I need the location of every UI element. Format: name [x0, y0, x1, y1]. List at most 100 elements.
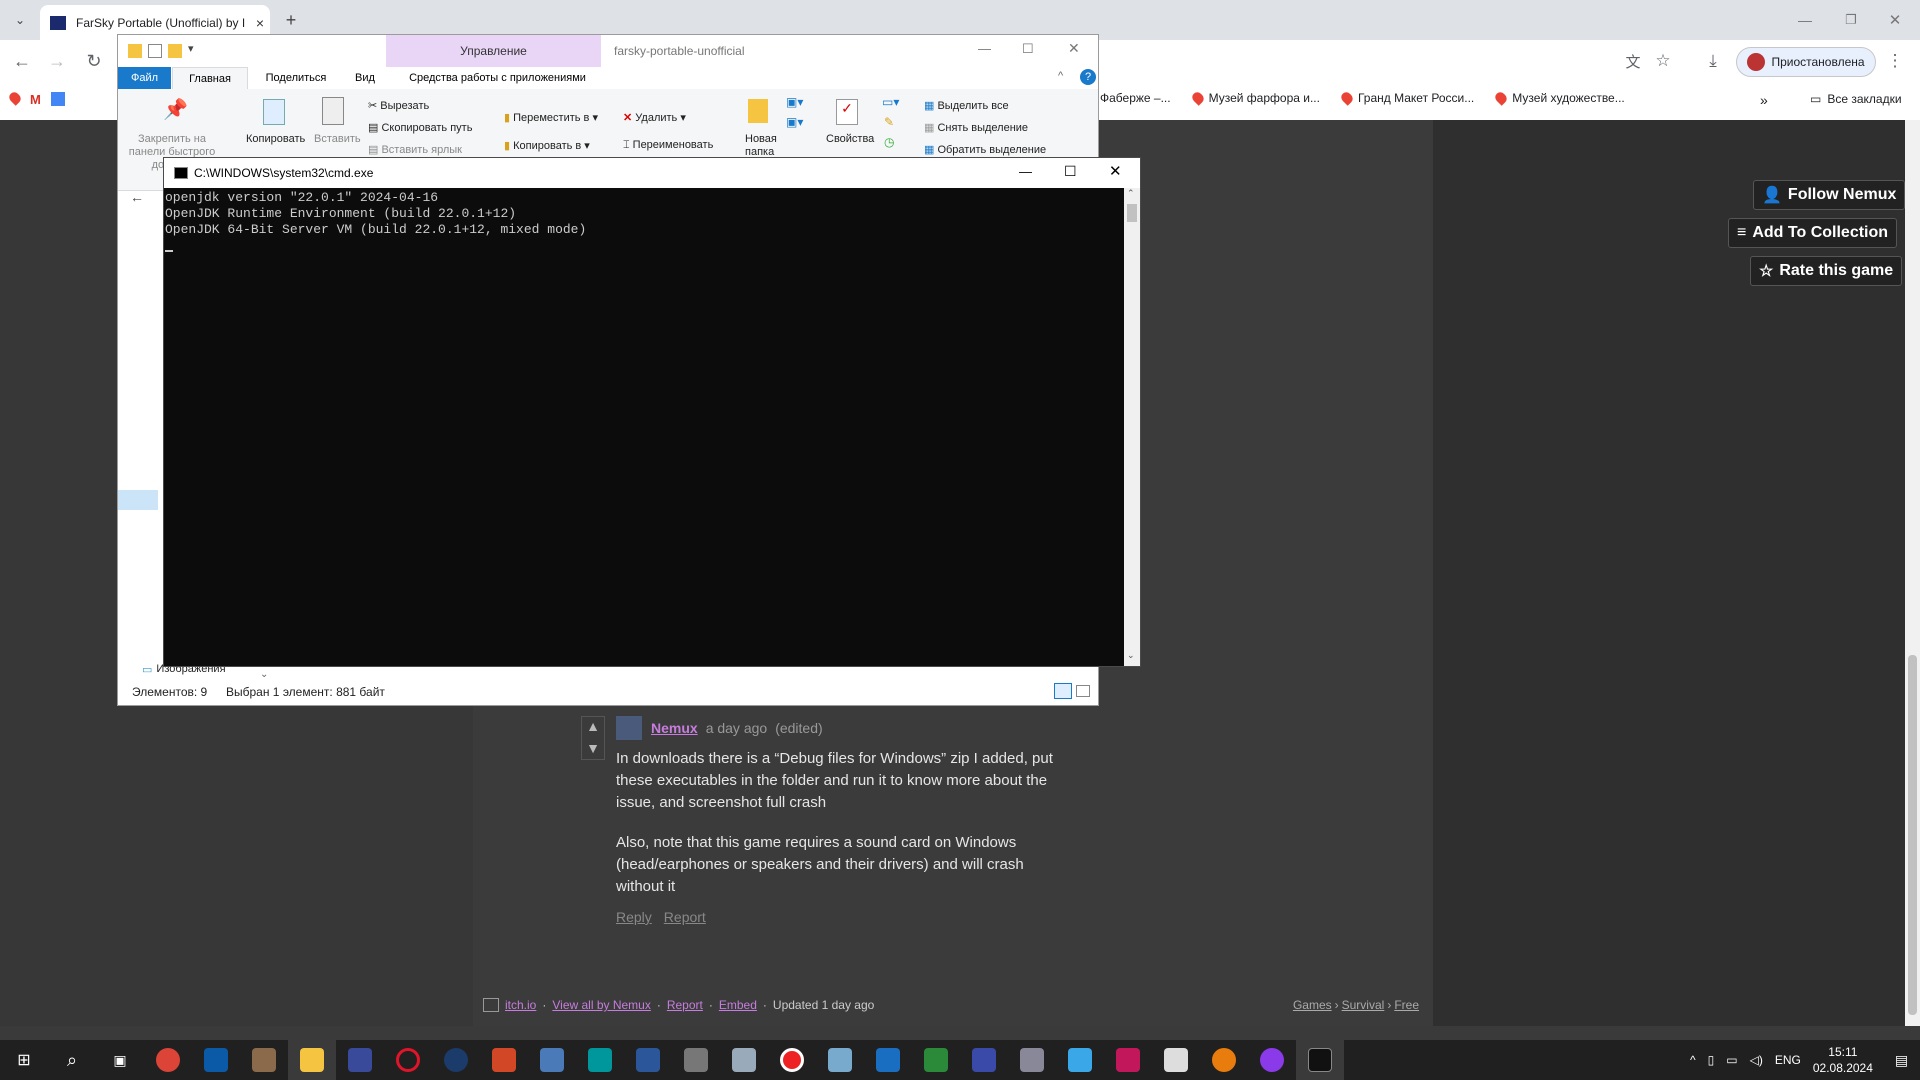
profile-button[interactable]: Приостановлена — [1736, 47, 1876, 77]
minimize-icon[interactable]: — — [1019, 164, 1032, 179]
more-bookmarks-icon[interactable]: » — [1760, 92, 1768, 108]
breadcrumb-games[interactable]: Games — [1293, 998, 1332, 1012]
properties-button[interactable]: Свойства — [826, 133, 874, 145]
comment-author-link[interactable]: Nemux — [651, 720, 698, 736]
bookmark-item[interactable]: Гранд Макет Росси... — [1339, 90, 1474, 106]
rate-game-button[interactable]: ☆ Rate this game — [1750, 256, 1903, 286]
app-icon[interactable] — [1152, 1040, 1200, 1080]
search-icon[interactable]: ⌕ — [48, 1040, 96, 1080]
tab-file[interactable]: Файл — [118, 67, 171, 89]
download-icon[interactable]: ⤓ — [1700, 48, 1726, 74]
app-icon[interactable] — [672, 1040, 720, 1080]
maps-icon[interactable] — [7, 90, 23, 106]
scrollbar-thumb[interactable] — [1908, 655, 1917, 1015]
app-icon[interactable] — [720, 1040, 768, 1080]
open-icon[interactable]: ▭▾ — [882, 95, 899, 109]
clock[interactable]: 15:11 02.08.2024 — [1813, 1044, 1873, 1076]
network-icon[interactable]: ▭ — [1726, 1053, 1737, 1067]
follow-button[interactable]: 👤 Follow Nemux — [1753, 180, 1906, 210]
paste-shortcut-button[interactable]: ▤ Вставить ярлык — [368, 143, 462, 156]
volume-icon[interactable]: ◁) — [1750, 1053, 1763, 1067]
arduino-icon[interactable] — [576, 1040, 624, 1080]
new-item-icon[interactable]: ▣▾ — [786, 95, 803, 109]
copy-to-button[interactable]: ▮ Копировать в ▾ — [504, 139, 590, 152]
back-arrow-icon[interactable]: ← — [130, 189, 144, 205]
task-view-icon[interactable]: ▣ — [96, 1040, 144, 1080]
edit-icon[interactable]: ✎ — [884, 115, 894, 129]
move-to-button[interactable]: ▮ Переместить в ▾ — [504, 111, 598, 124]
forward-icon[interactable]: → — [43, 47, 71, 75]
tray-chevron-icon[interactable]: ^ — [1690, 1053, 1696, 1067]
new-tab-button[interactable]: + — [278, 8, 304, 32]
close-window-icon[interactable]: ✕ — [1109, 162, 1122, 180]
calculator-icon[interactable] — [528, 1040, 576, 1080]
manage-context-tab[interactable]: Управление — [386, 35, 601, 67]
rename-button[interactable]: ⌶ Переименовать — [623, 139, 713, 152]
powerpoint-icon[interactable] — [480, 1040, 528, 1080]
new-folder-button[interactable]: Новая папка — [745, 133, 785, 159]
all-bookmarks-button[interactable]: ▭ Все закладки — [1810, 92, 1902, 106]
record-icon[interactable] — [768, 1040, 816, 1080]
details-view-icon[interactable] — [1054, 683, 1072, 699]
app-icon[interactable] — [192, 1040, 240, 1080]
reply-link[interactable]: Reply — [616, 909, 652, 925]
paste-button[interactable]: Вставить — [314, 133, 361, 145]
reload-icon[interactable]: ↻ — [80, 47, 108, 75]
device-icon[interactable]: ▯ — [1708, 1053, 1715, 1067]
easy-access-icon[interactable]: ▣▾ — [786, 115, 803, 129]
bookmark-item[interactable]: Музей фарфора и... — [1189, 90, 1320, 106]
app-icon[interactable] — [1056, 1040, 1104, 1080]
invert-selection-button[interactable]: ▦ Обратить выделение — [924, 143, 1046, 156]
app-icon[interactable] — [912, 1040, 960, 1080]
report-link[interactable]: Report — [664, 909, 706, 925]
console-output[interactable]: openjdk version "22.0.1" 2024-04-16 OpenJ… — [164, 188, 1124, 666]
tab-close-icon[interactable]: × — [250, 15, 270, 31]
embed-link[interactable]: Embed — [719, 998, 757, 1012]
select-all-button[interactable]: ▦ Выделить все — [924, 99, 1009, 112]
itchio-link[interactable]: itch.io — [505, 998, 536, 1012]
tab-search-chevron-icon[interactable]: ⌄ — [8, 8, 32, 32]
translate-icon[interactable]: 文 — [1620, 48, 1646, 74]
bookmark-item[interactable]: Фаберже –... — [1100, 91, 1171, 105]
copy-path-button[interactable]: ▤ Скопировать путь — [368, 121, 472, 134]
chrome-icon[interactable] — [144, 1040, 192, 1080]
restore-icon[interactable]: ❐ — [1836, 8, 1866, 32]
maximize-icon[interactable]: ☐ — [1064, 163, 1077, 180]
notifications-icon[interactable]: ▤ — [1895, 1052, 1908, 1069]
app-icon[interactable] — [864, 1040, 912, 1080]
scroll-down-icon[interactable]: ⌄ — [1127, 650, 1135, 661]
app-icon[interactable] — [960, 1040, 1008, 1080]
steam-icon[interactable] — [432, 1040, 480, 1080]
app-icon[interactable] — [816, 1040, 864, 1080]
report-link[interactable]: Report — [667, 998, 703, 1012]
properties-quick-icon[interactable] — [148, 44, 162, 58]
file-explorer-icon[interactable] — [288, 1040, 336, 1080]
large-icons-view-icon[interactable] — [1076, 685, 1090, 697]
maximize-icon[interactable]: ☐ — [1022, 41, 1034, 57]
translate-bookmark-icon[interactable] — [50, 92, 65, 106]
cut-button[interactable]: ✂ Вырезать — [368, 99, 429, 112]
tab-share[interactable]: Поделиться — [256, 67, 336, 89]
close-window-icon[interactable]: ✕ — [1880, 8, 1910, 32]
deselect-button[interactable]: ▦ Снять выделение — [924, 121, 1028, 134]
gmail-icon[interactable]: M — [30, 92, 41, 107]
app-icon[interactable] — [1104, 1040, 1152, 1080]
collapse-ribbon-icon[interactable]: ^ — [1058, 70, 1063, 82]
avatar[interactable] — [616, 716, 642, 740]
minimize-icon[interactable]: — — [978, 41, 991, 56]
scroll-up-icon[interactable]: ⌃ — [1127, 188, 1135, 199]
tab-view[interactable]: Вид — [340, 67, 390, 89]
blender-icon[interactable] — [1200, 1040, 1248, 1080]
scrollbar-thumb[interactable] — [1127, 204, 1137, 222]
app-icon[interactable] — [1008, 1040, 1056, 1080]
breadcrumb-survival[interactable]: Survival — [1342, 998, 1385, 1012]
view-all-link[interactable]: View all by Nemux — [552, 998, 650, 1012]
breadcrumb-free[interactable]: Free — [1394, 998, 1419, 1012]
add-to-collection-button[interactable]: ≡ Add To Collection — [1728, 218, 1898, 248]
history-icon[interactable]: ◷ — [884, 135, 894, 149]
language-indicator[interactable]: ENG — [1775, 1053, 1801, 1067]
opera-icon[interactable] — [384, 1040, 432, 1080]
quick-access-dropdown-icon[interactable]: ▾ — [188, 42, 194, 55]
app-icon[interactable] — [1248, 1040, 1296, 1080]
terminal-icon[interactable] — [1296, 1040, 1344, 1080]
